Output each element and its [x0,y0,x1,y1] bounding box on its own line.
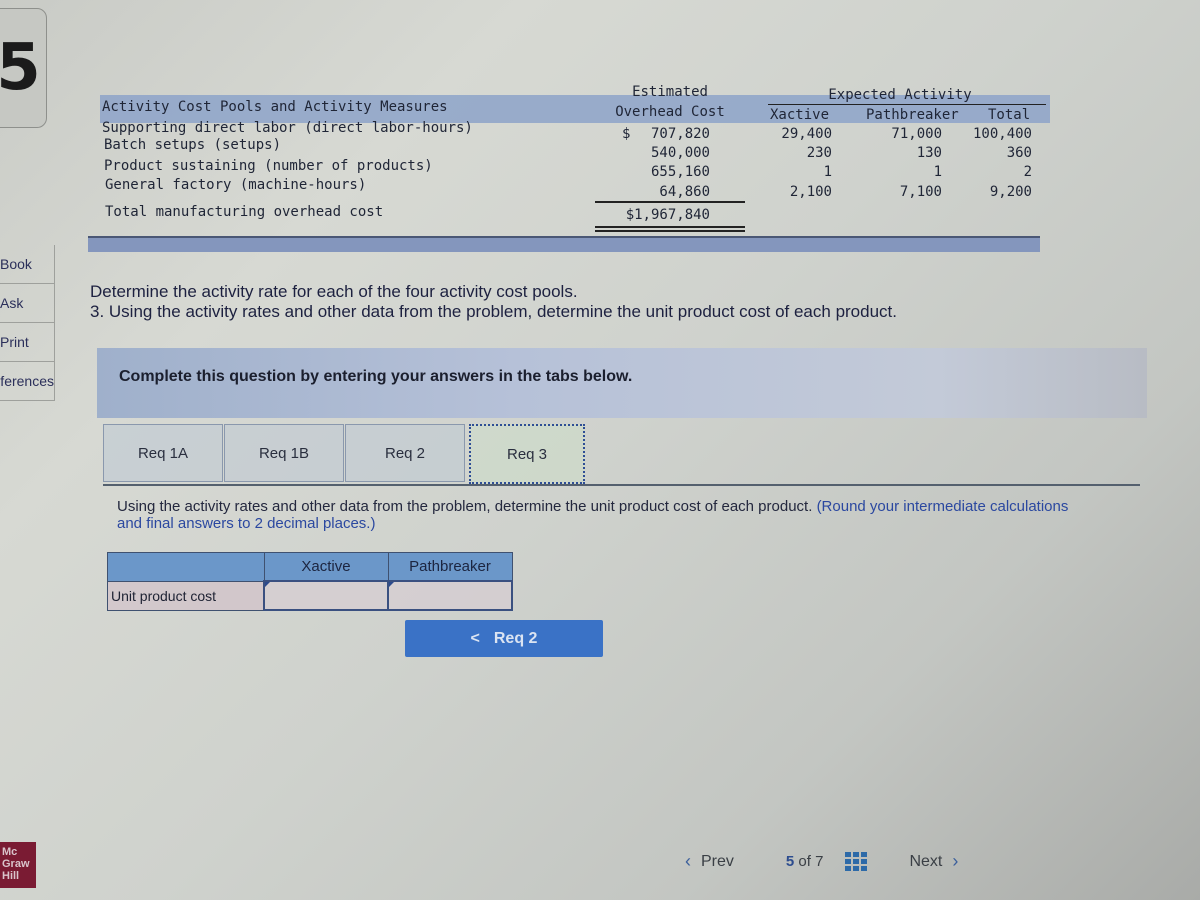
prev-req-button[interactable]: < Req 2 [405,620,603,657]
chevron-right-icon: › [952,851,959,871]
subtotal-rule [595,201,745,203]
row-label: Supporting direct labor (direct labor-ho… [102,120,473,136]
cell-total: 9,200 [989,184,1032,200]
header-blank [107,552,265,582]
header-pathbreaker: Pathbreaker [866,107,959,123]
table-row: Unit product cost [107,580,513,611]
pathbreaker-unit-cost-cell [387,580,513,611]
cell-xactive: 29,400 [781,126,832,142]
header-xactive: Xactive [770,107,830,123]
sidebar-link-references[interactable]: References [0,362,55,401]
next-button[interactable]: Next › [909,851,968,872]
header-xactive: Xactive [263,552,389,582]
table-bottom-bar [88,236,1040,252]
instruction-line-1: Determine the activity rate for each of … [90,282,578,301]
mcgraw-hill-logo: Mc Graw Hill [0,842,36,888]
cell-cost: 707,820 [650,126,710,142]
prev-label: Prev [701,852,734,870]
chevron-left-icon: ‹ [685,851,691,871]
prev-button[interactable]: ‹ Prev [675,851,734,872]
requirement-tabs: Req 1A Req 1B Req 2 Req 3 [103,424,586,484]
total-label: Total manufacturing overhead cost [105,204,384,220]
sidebar-link-ask[interactable]: Ask [0,284,55,323]
logo-line: Hill [2,870,20,882]
instructions: Determine the activity rate for each of … [90,282,897,322]
row-label: General factory (machine-hours) [105,177,367,193]
tab-req-1b[interactable]: Req 1B [224,424,344,482]
pathbreaker-unit-cost-input[interactable] [389,582,511,609]
answer-table: Xactive Pathbreaker Unit product cost [107,552,513,611]
header-pathbreaker: Pathbreaker [387,552,513,582]
question-number: 5 [0,8,47,128]
cell-xactive: 2,100 [789,184,832,200]
current-page: 5 [785,853,795,870]
instruction-line-2: 3. Using the activity rates and other da… [90,302,897,321]
header-estimated: Estimated [632,84,708,100]
tab-req-3[interactable]: Req 3 [469,424,585,484]
tab-divider [103,484,1140,486]
logo-line: Graw [2,858,30,870]
xactive-unit-cost-input[interactable] [265,582,387,609]
cell-cost: 540,000 [650,145,710,161]
chevron-left-icon: < [470,629,480,647]
row-label-unit-product-cost: Unit product cost [107,580,265,611]
tab-req-2[interactable]: Req 2 [345,424,465,482]
cell-cost: 64,860 [659,184,710,200]
prompt-text: Using the activity rates and other data … [117,498,813,515]
total-pages: 7 [815,853,824,870]
logo-line: Mc [2,846,18,858]
row-label: Product sustaining (number of products) [104,158,433,174]
cell-xactive: 1 [823,164,832,180]
cell-cost: 655,160 [650,164,710,180]
answer-header-row: Xactive Pathbreaker [107,552,513,582]
activity-cost-table: Activity Cost Pools and Activity Measure… [90,80,1050,240]
tab-req-1a[interactable]: Req 1A [103,424,223,482]
total-value: $1,967,840 [625,207,710,223]
cell-pathbreaker: 130 [916,145,942,161]
instructions-panel: Complete this question by entering your … [97,348,1147,418]
next-label: Next [909,852,943,870]
cell-pathbreaker: 7,100 [899,184,942,200]
requirement-prompt: Using the activity rates and other data … [117,498,1087,532]
header-underline [768,104,1046,105]
cell-total: 2 [1023,164,1032,180]
header-expected-activity: Expected Activity [828,87,972,103]
grid-icon[interactable] [845,852,868,871]
question-navigation: ‹ Prev 5 of 7 Next › [675,851,968,872]
sidebar-link-book[interactable]: Book [0,245,55,284]
total-double-rule [595,226,745,232]
cell-total: 100,400 [972,126,1032,142]
page-indicator: 5 of 7 [786,853,824,870]
sidebar: 5 Book Ask Print References Mc Graw Hill [0,0,55,900]
xactive-unit-cost-cell [263,580,389,611]
header-overhead-cost: Overhead Cost [615,104,725,120]
page-of: of [798,853,811,870]
cell-pathbreaker: 1 [933,164,942,180]
complete-instruction: Complete this question by entering your … [119,368,633,385]
cell-total: 360 [1006,145,1032,161]
cell-pathbreaker: 71,000 [891,126,942,142]
prev-req-label: Req 2 [493,629,538,647]
row-label: Batch setups (setups) [104,137,282,153]
sidebar-links: Book Ask Print References [0,245,55,401]
cell-xactive: 230 [806,145,832,161]
table-title: Activity Cost Pools and Activity Measure… [102,99,448,115]
header-total: Total [988,107,1031,123]
sidebar-link-print[interactable]: Print [0,323,55,362]
